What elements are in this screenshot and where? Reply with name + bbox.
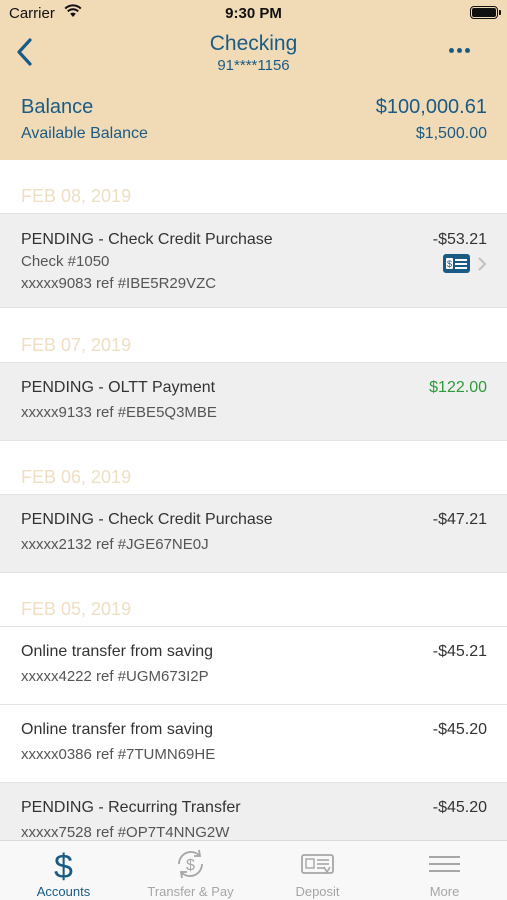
transaction-row[interactable]: PENDING - OLTT Payment $122.00 xxxxx9133…	[0, 362, 507, 441]
transaction-reference: xxxxx4222 ref #UGM673I2P	[21, 668, 209, 685]
date-header: FEB 07, 2019	[21, 335, 132, 355]
date-header: FEB 08, 2019	[21, 186, 132, 206]
transaction-amount: $122.00	[429, 379, 487, 396]
transaction-row[interactable]: PENDING - Recurring Transfer -$45.20 xxx…	[0, 782, 507, 840]
dollar-icon: $	[54, 848, 73, 881]
transaction-title: Online transfer from saving	[21, 643, 214, 660]
transaction-title: PENDING - Check Credit Purchase	[21, 231, 273, 248]
tab-label: Accounts	[36, 884, 91, 899]
available-balance-value: $1,500.00	[415, 125, 487, 142]
svg-text:$: $	[54, 848, 73, 881]
date-header: FEB 06, 2019	[21, 467, 132, 487]
status-bar: Carrier 9:30 PM	[0, 0, 507, 28]
transaction-title: PENDING - Recurring Transfer	[21, 799, 241, 816]
svg-text:$: $	[186, 857, 195, 874]
svg-text:$: $	[447, 259, 452, 269]
balance-label: Balance	[21, 96, 94, 118]
account-number: 91****1156	[217, 57, 290, 74]
transaction-title: PENDING - Check Credit Purchase	[21, 511, 273, 528]
transfer-icon: $	[178, 849, 203, 879]
transaction-reference: xxxxx9083 ref #IBE5R29VZC	[21, 275, 217, 292]
transaction-amount: -$45.20	[432, 721, 487, 738]
chevron-right-icon	[478, 257, 487, 271]
tab-label: Deposit	[295, 884, 340, 899]
page-title: Checking	[209, 32, 298, 55]
transaction-amount: -$47.21	[432, 511, 487, 528]
clock: 9:30 PM	[225, 5, 282, 22]
transaction-row[interactable]: PENDING - Check Credit Purchase -$53.21 …	[0, 213, 507, 308]
transaction-title: Online transfer from saving	[21, 721, 214, 738]
check-image-icon[interactable]: $	[443, 254, 470, 273]
transaction-amount: -$53.21	[432, 231, 487, 248]
deposit-check-icon	[301, 854, 334, 874]
balance-value: $100,000.61	[375, 96, 487, 118]
tab-accounts[interactable]: $ Accounts	[0, 841, 127, 900]
transaction-reference: xxxxx9133 ref #EBE5Q3MBE	[21, 404, 217, 421]
transaction-reference: xxxxx7528 ref #OP7T4NNG2W	[21, 824, 230, 840]
tab-more[interactable]: More	[381, 841, 507, 900]
available-balance-label: Available Balance	[21, 125, 148, 142]
tab-transfer-pay[interactable]: $ Transfer & Pay	[127, 841, 254, 900]
battery-icon	[470, 6, 501, 19]
transaction-reference: xxxxx0386 ref #7TUMN69HE	[21, 746, 216, 763]
ellipsis-icon[interactable]	[449, 40, 479, 60]
tab-bar: $ Accounts $ Transfer & Pay Deposit More	[0, 840, 507, 900]
transaction-list[interactable]: FEB 08, 2019 PENDING - Check Credit Purc…	[0, 160, 507, 840]
date-header: FEB 05, 2019	[21, 599, 132, 619]
transaction-row[interactable]: Online transfer from saving -$45.21 xxxx…	[0, 626, 507, 705]
transaction-row[interactable]: Online transfer from saving -$45.20 xxxx…	[0, 704, 507, 783]
transaction-row[interactable]: PENDING - Check Credit Purchase -$47.21 …	[0, 494, 507, 573]
tab-label: More	[429, 884, 460, 899]
transaction-amount: -$45.20	[432, 799, 487, 816]
tab-label: Transfer & Pay	[147, 884, 234, 899]
tab-deposit[interactable]: Deposit	[254, 841, 381, 900]
check-number: Check #1050	[21, 253, 110, 270]
transaction-amount: -$45.21	[432, 643, 487, 660]
transaction-reference: xxxxx2132 ref #JGE67NE0J	[21, 536, 209, 553]
menu-icon	[429, 856, 460, 872]
transaction-title: PENDING - OLTT Payment	[21, 379, 216, 396]
account-header: Carrier 9:30 PM Checking 91****1156 Bala…	[0, 0, 507, 160]
